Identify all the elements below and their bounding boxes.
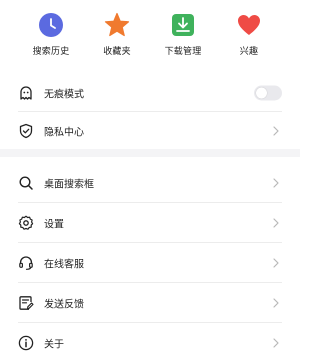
info-icon <box>18 335 34 350</box>
download-manager-button[interactable]: 下载管理 <box>153 12 213 57</box>
search-icon <box>19 175 33 190</box>
shield-check-icon <box>19 123 33 138</box>
section-divider <box>0 149 300 157</box>
general-settings-group: 桌面搜索框 设置 在线客服 发送反馈 关于 <box>0 157 300 362</box>
ghost-icon <box>20 85 32 100</box>
incognito-mode-row[interactable]: 无痕模式 <box>18 74 282 112</box>
feedback-icon <box>19 295 34 310</box>
incognito-mode-toggle[interactable] <box>254 85 282 100</box>
chevron-right-icon <box>273 297 279 308</box>
favorites-label: 收藏夹 <box>103 47 131 57</box>
desktop-search-widget-label: 桌面搜索框 <box>44 179 94 190</box>
quick-actions-bar: 搜索历史 收藏夹 下载管理 兴趣 <box>0 0 300 64</box>
chevron-right-icon <box>273 257 279 268</box>
about-row[interactable]: 关于 <box>18 323 282 362</box>
send-feedback-label: 发送反馈 <box>44 299 84 310</box>
chevron-right-icon <box>273 217 279 228</box>
download-icon <box>172 14 194 36</box>
headset-icon <box>19 255 33 270</box>
send-feedback-row[interactable]: 发送反馈 <box>18 283 282 323</box>
gear-icon <box>18 215 34 230</box>
chevron-right-icon <box>273 337 279 348</box>
chevron-right-icon <box>273 177 279 188</box>
desktop-search-widget-row[interactable]: 桌面搜索框 <box>18 163 282 203</box>
online-support-row[interactable]: 在线客服 <box>18 243 282 283</box>
settings-row[interactable]: 设置 <box>18 203 282 243</box>
toggle-knob <box>256 87 267 98</box>
interests-button[interactable]: 兴趣 <box>219 12 279 57</box>
star-icon <box>104 12 130 37</box>
privacy-center-row[interactable]: 隐私中心 <box>18 112 282 149</box>
about-label: 关于 <box>44 339 64 350</box>
search-history-button[interactable]: 搜索历史 <box>21 12 81 57</box>
privacy-settings-group: 无痕模式 隐私中心 <box>0 64 300 149</box>
search-history-label: 搜索历史 <box>32 47 70 57</box>
favorites-button[interactable]: 收藏夹 <box>87 12 147 57</box>
privacy-center-label: 隐私中心 <box>44 127 84 138</box>
download-manager-label: 下载管理 <box>164 47 202 57</box>
heart-icon <box>238 15 260 35</box>
chevron-right-icon <box>273 125 279 136</box>
interests-label: 兴趣 <box>239 47 259 57</box>
online-support-label: 在线客服 <box>44 259 84 270</box>
clock-icon <box>39 13 63 37</box>
settings-label: 设置 <box>44 219 64 230</box>
incognito-mode-label: 无痕模式 <box>44 89 84 100</box>
